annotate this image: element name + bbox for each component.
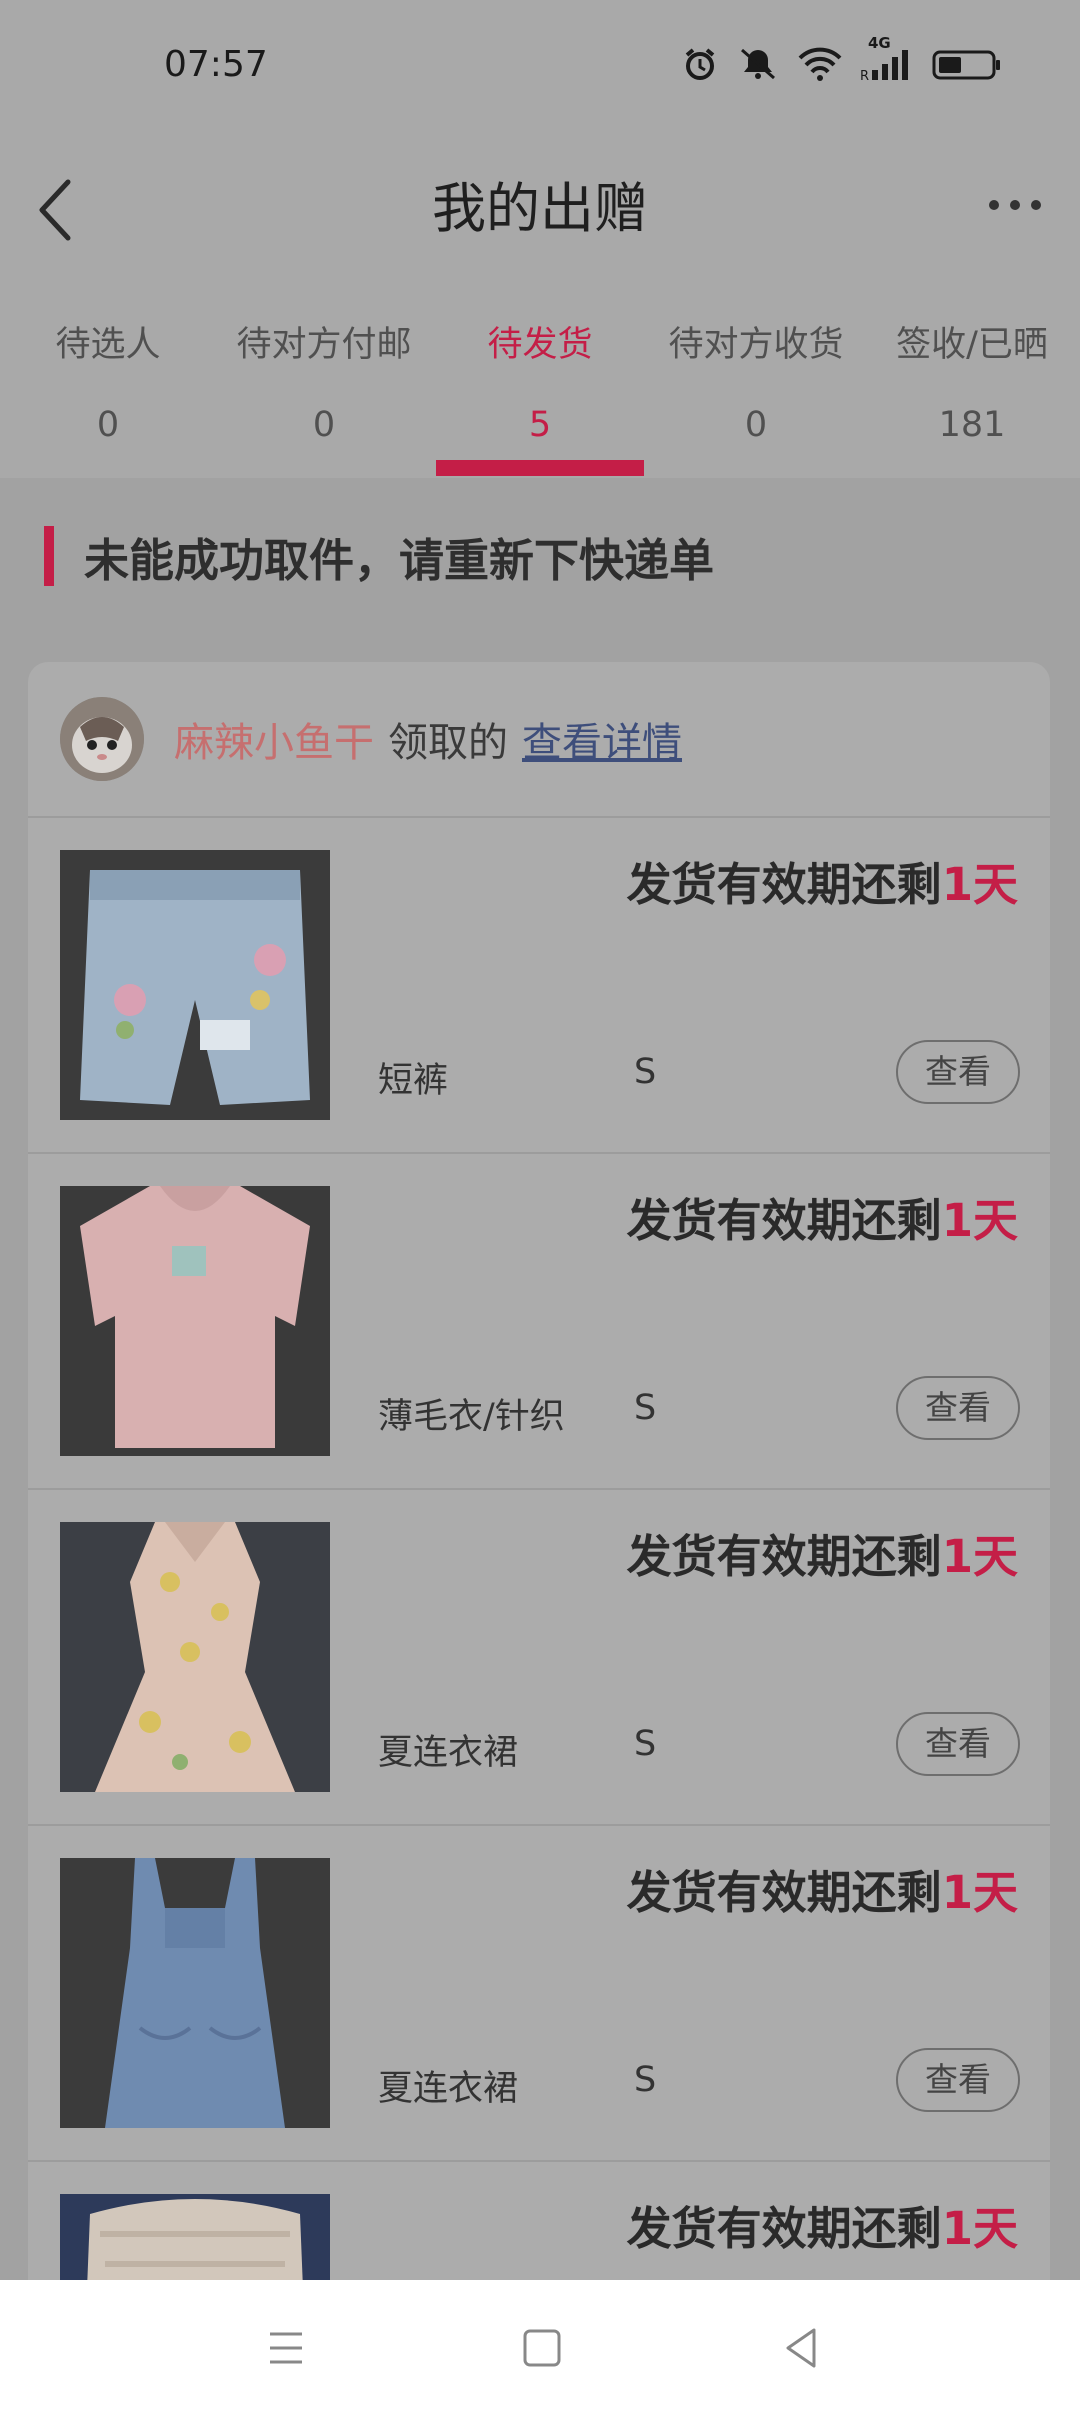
ship-deadline: 发货有效期还剩1天 [627,848,1018,913]
home-square-icon [523,2329,561,2367]
tab-label: 待选人 [55,325,161,365]
item-size: S [634,1052,657,1092]
section-notice: 未能成功取件，请重新下快递单 [44,526,715,587]
item-thumbnail[interactable] [60,1186,330,1456]
deadline-prefix: 发货有效期还剩 [626,858,942,911]
ship-deadline: 发货有效期还剩1天 [627,1520,1018,1585]
view-button[interactable]: 查看 [896,1040,1020,1104]
ship-deadline: 发货有效期还剩1天 [627,1856,1018,1921]
notice-text: 未能成功取件，请重新下快递单 [84,533,715,587]
back-nav-button[interactable] [772,2320,832,2376]
status-time: 07:57 [164,44,268,85]
status-icons: 4G R [682,34,1002,82]
item-thumbnail[interactable] [60,1858,330,2128]
gift-card: 麻辣小鱼干 领取的 查看详情 发货有效期还剩1天 短裤 S 查看 发货有效期还剩… [28,662,1050,2322]
tab-pending-receipt[interactable]: 待对方收货 0 [648,300,864,478]
view-button[interactable]: 查看 [896,1376,1020,1440]
deadline-days: 1天 [941,1866,1018,1919]
notice-accent-bar [44,526,54,586]
tab-label: 签收/已晒 [896,325,1048,365]
tab-count: 0 [96,405,120,445]
network-type: 4G [868,34,891,52]
tab-pending-selection[interactable]: 待选人 0 [0,300,216,478]
tab-pending-postage[interactable]: 待对方付邮 0 [216,300,432,478]
tab-pending-shipment[interactable]: 待发货 5 [432,300,648,478]
home-button[interactable] [512,2320,572,2376]
receiver-name[interactable]: 麻辣小鱼干 [174,710,374,768]
ship-deadline: 发货有效期还剩1天 [627,1184,1018,1249]
more-dots-icon [989,200,1041,210]
mute-icon [736,46,780,82]
tab-received-shared[interactable]: 签收/已晒 181 [864,300,1080,478]
tab-count: 5 [528,405,552,445]
item-name: 短裤 [378,1061,449,1101]
tab-count: 0 [744,405,768,445]
view-details-link[interactable]: 查看详情 [522,710,682,768]
recent-apps-button[interactable] [256,2320,316,2376]
status-tabs: 待选人 0 待对方付邮 0 待发货 5 待对方收货 0 签收/已晒 181 [0,300,1080,478]
svg-text:R: R [860,69,869,82]
item-row[interactable]: 发货有效期还剩1天 夏连衣裙 S 查看 [28,1490,1050,1826]
more-options-button[interactable] [980,180,1050,230]
page-title: 我的出赠 [432,177,648,240]
status-bar: 07:57 4G R [0,0,1080,140]
tab-label: 待对方收货 [668,325,844,365]
content-area: 未能成功取件，请重新下快递单 麻辣小鱼干 领取的 查看详情 发货有效期还剩1天 … [0,478,1080,2322]
menu-lines-icon [270,2332,302,2364]
item-thumbnail[interactable] [60,850,330,1120]
item-size: S [634,1388,657,1428]
tab-label: 待对方付邮 [236,325,412,365]
receiver-row: 麻辣小鱼干 领取的 查看详情 [28,662,1050,818]
tab-label: 待发货 [487,325,593,365]
deadline-days: 1天 [941,858,1018,911]
deadline-days: 1天 [941,1530,1018,1583]
back-triangle-icon [786,2328,816,2368]
wifi-icon [798,46,842,82]
item-name: 夏连衣裙 [378,1733,519,1773]
receiver-suffix: 领取的 [388,720,508,766]
item-row[interactable]: 发货有效期还剩1天 夏连衣裙 S 查看 [28,1826,1050,2162]
item-thumbnail[interactable] [60,1522,330,1792]
battery-icon [932,46,1002,82]
deadline-days: 1天 [941,1194,1018,1247]
item-row[interactable]: 发货有效期还剩1天 短裤 S 查看 [28,818,1050,1154]
ship-deadline: 发货有效期还剩1天 [627,2192,1018,2257]
cellular-signal-icon: 4G R [860,34,914,82]
tab-count: 181 [938,405,1006,445]
deadline-prefix: 发货有效期还剩 [626,1866,942,1919]
view-button[interactable]: 查看 [896,2048,1020,2112]
receiver-avatar[interactable] [60,697,144,781]
alarm-icon [682,46,718,82]
item-size: S [634,1724,657,1764]
deadline-prefix: 发货有效期还剩 [626,1530,942,1583]
item-name: 薄毛衣/针织 [378,1397,565,1437]
system-navigation-bar [0,2280,1080,2412]
item-name: 夏连衣裙 [378,2069,519,2109]
deadline-prefix: 发货有效期还剩 [626,2202,942,2255]
deadline-prefix: 发货有效期还剩 [626,1194,942,1247]
view-button[interactable]: 查看 [896,1712,1020,1776]
deadline-days: 1天 [941,2202,1018,2255]
app-header: 我的出赠 [0,140,1080,270]
item-size: S [634,2060,657,2100]
tab-count: 0 [312,405,336,445]
active-tab-indicator [436,460,644,476]
item-row[interactable]: 发货有效期还剩1天 薄毛衣/针织 S 查看 [28,1154,1050,1490]
